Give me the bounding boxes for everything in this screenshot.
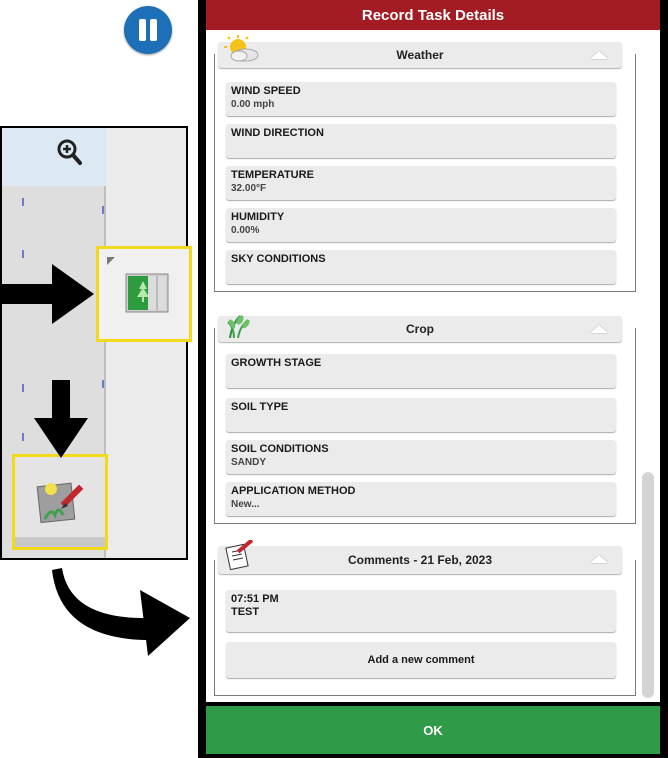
field-map-icon (125, 273, 169, 318)
field-label: WIND DIRECTION (231, 127, 324, 139)
curved-arrow-icon (52, 568, 190, 656)
record-notes-button[interactable] (12, 454, 108, 550)
weather-header-label: Weather (396, 48, 444, 62)
dialog-content: Weather WIND SPEED 0.00 mph WIND DIRECTI… (206, 30, 660, 702)
field-label: SOIL TYPE (231, 401, 289, 413)
comment-time: 07:51 PM (231, 593, 279, 605)
growth-stage-field[interactable]: GROWTH STAGE (226, 354, 616, 388)
field-value: 32.00°F (231, 183, 267, 194)
side-toolbar (106, 128, 186, 558)
field-label: SOIL CONDITIONS (231, 443, 329, 455)
pause-icon[interactable] (124, 6, 172, 54)
soil-conditions-field[interactable]: SOIL CONDITIONS SANDY (226, 440, 616, 474)
wind-direction-field[interactable]: WIND DIRECTION (226, 124, 616, 158)
application-method-field[interactable]: APPLICATION METHOD New... (226, 482, 616, 516)
collapse-icon[interactable] (590, 51, 608, 59)
notepad-pen-icon (224, 538, 254, 573)
field-value: SANDY (231, 457, 267, 468)
field-label: TEMPERATURE (231, 169, 314, 181)
collapse-icon[interactable] (590, 555, 608, 563)
zoom-in-icon[interactable] (56, 138, 82, 171)
collapse-icon[interactable] (590, 325, 608, 333)
field-label: APPLICATION METHOD (231, 485, 356, 497)
button-base (15, 537, 105, 547)
record-task-details-dialog: Record Task Details Weather WIND SPEED 0… (198, 0, 668, 758)
field-label: WIND SPEED (231, 85, 301, 97)
field-value: 0.00 mph (231, 99, 275, 110)
comments-header[interactable]: Comments - 21 Feb, 2023 (218, 538, 622, 574)
temperature-field[interactable]: TEMPERATURE 32.00°F (226, 166, 616, 200)
content-scrollbar[interactable] (642, 472, 654, 698)
field-label: SKY CONDITIONS (231, 253, 326, 265)
comment-item[interactable]: 07:51 PM TEST (226, 590, 616, 632)
dialog-title: Record Task Details (206, 0, 660, 30)
weather-sun-cloud-icon (224, 35, 260, 68)
wind-speed-field[interactable]: WIND SPEED 0.00 mph (226, 82, 616, 116)
crop-header-label: Crop (406, 322, 434, 336)
comment-text: TEST (231, 606, 260, 618)
corner-marker (107, 257, 115, 265)
field-map-button[interactable] (96, 246, 192, 342)
sky-conditions-field[interactable]: SKY CONDITIONS (226, 250, 616, 284)
zoom-bar (2, 128, 106, 186)
record-notes-icon (35, 475, 87, 532)
field-value: 0.00% (231, 225, 260, 236)
field-label: GROWTH STAGE (231, 357, 322, 369)
field-value: New... (231, 499, 260, 510)
weather-header[interactable]: Weather (218, 35, 622, 68)
ok-button[interactable]: OK (206, 706, 660, 754)
humidity-field[interactable]: HUMIDITY 0.00% (226, 208, 616, 242)
field-label: HUMIDITY (231, 211, 285, 223)
add-comment-button[interactable]: Add a new comment (226, 642, 616, 678)
soil-type-field[interactable]: SOIL TYPE (226, 398, 616, 432)
comments-header-label: Comments - 21 Feb, 2023 (347, 553, 493, 567)
crop-plant-icon (224, 310, 254, 343)
crop-header[interactable]: Crop (218, 315, 622, 342)
